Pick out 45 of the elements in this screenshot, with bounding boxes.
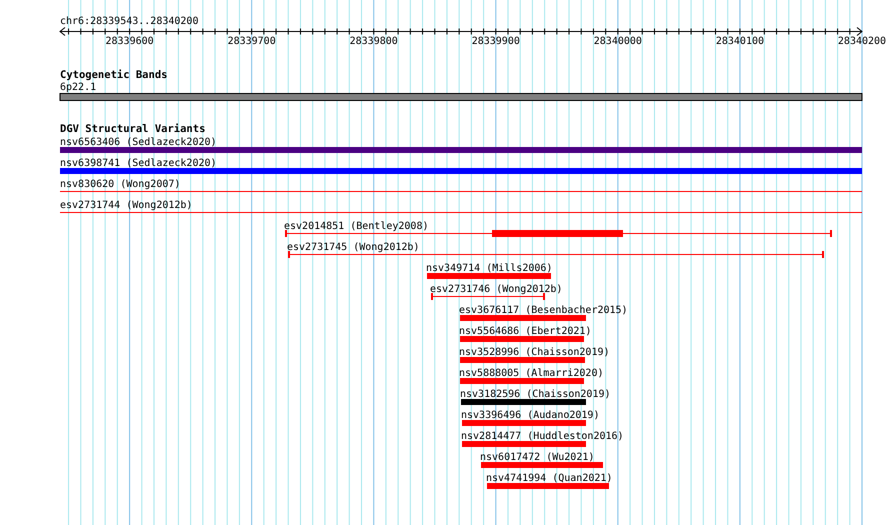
- variant-span[interactable]: [431, 293, 545, 300]
- ruler-tick-label: 28340200: [838, 36, 886, 47]
- variant-bar[interactable]: [60, 168, 862, 174]
- band-label: 6p22.1: [60, 82, 96, 93]
- variant-span[interactable]: [288, 251, 824, 258]
- location-label: chr6:28339543..28340200: [60, 16, 198, 27]
- ruler-tick-label: 28339600: [106, 36, 154, 47]
- variant-label[interactable]: nsv6017472 (Wu2021): [480, 452, 594, 463]
- variant-bar[interactable]: [427, 273, 551, 279]
- variant-line[interactable]: [60, 212, 862, 213]
- variant-label[interactable]: nsv5888005 (Almarri2020): [459, 368, 604, 379]
- variant-bar[interactable]: [460, 315, 586, 321]
- variant-label[interactable]: esv2731745 (Wong2012b): [287, 242, 420, 253]
- ruler-tick-label: 28339900: [472, 36, 520, 47]
- variant-bar[interactable]: [481, 462, 603, 468]
- ruler-tick-label: 28339800: [350, 36, 398, 47]
- variant-bar[interactable]: [461, 399, 586, 405]
- ruler-tick-label: 28340000: [594, 36, 642, 47]
- variant-label[interactable]: esv2731746 (Wong2012b): [430, 284, 562, 295]
- track-title: DGV Structural Variants: [60, 123, 206, 135]
- variant-bar[interactable]: [462, 441, 586, 447]
- ruler-tick-label: 28340100: [716, 36, 764, 47]
- variant-bar[interactable]: [60, 147, 862, 153]
- variant-bar[interactable]: [460, 336, 584, 342]
- variant-label[interactable]: nsv6563406 (Sedlazeck2020): [60, 137, 217, 148]
- variant-span[interactable]: [285, 230, 832, 237]
- variant-label[interactable]: esv2731744 (Wong2012b): [60, 200, 192, 211]
- track-title: Cytogenetic Bands: [60, 69, 168, 81]
- variant-label[interactable]: nsv349714 (Mills2006): [426, 263, 552, 274]
- variant-label[interactable]: nsv6398741 (Sedlazeck2020): [60, 158, 217, 169]
- variant-label[interactable]: nsv3182596 (Chaisson2019): [460, 389, 611, 400]
- variant-label[interactable]: nsv3528996 (Chaisson2019): [459, 347, 610, 358]
- variant-bar[interactable]: [460, 357, 585, 363]
- variant-line[interactable]: [60, 191, 862, 192]
- ruler-tick-label: 28339700: [228, 36, 276, 47]
- variant-label[interactable]: nsv830620 (Wong2007): [60, 179, 180, 190]
- variant-label[interactable]: nsv4741994 (Quan2021): [486, 473, 612, 484]
- variant-bar[interactable]: [487, 483, 609, 489]
- variant-label[interactable]: nsv3396496 (Audano2019): [461, 410, 600, 421]
- variant-label[interactable]: esv3676117 (Besenbacher2015): [459, 305, 628, 316]
- variant-bar[interactable]: [460, 378, 584, 384]
- variant-label[interactable]: nsv5564686 (Ebert2021): [459, 326, 592, 337]
- variant-bar[interactable]: [462, 420, 586, 426]
- variant-label[interactable]: nsv2814477 (Huddleston2016): [461, 431, 624, 442]
- variant-label[interactable]: esv2014851 (Bentley2008): [284, 221, 428, 232]
